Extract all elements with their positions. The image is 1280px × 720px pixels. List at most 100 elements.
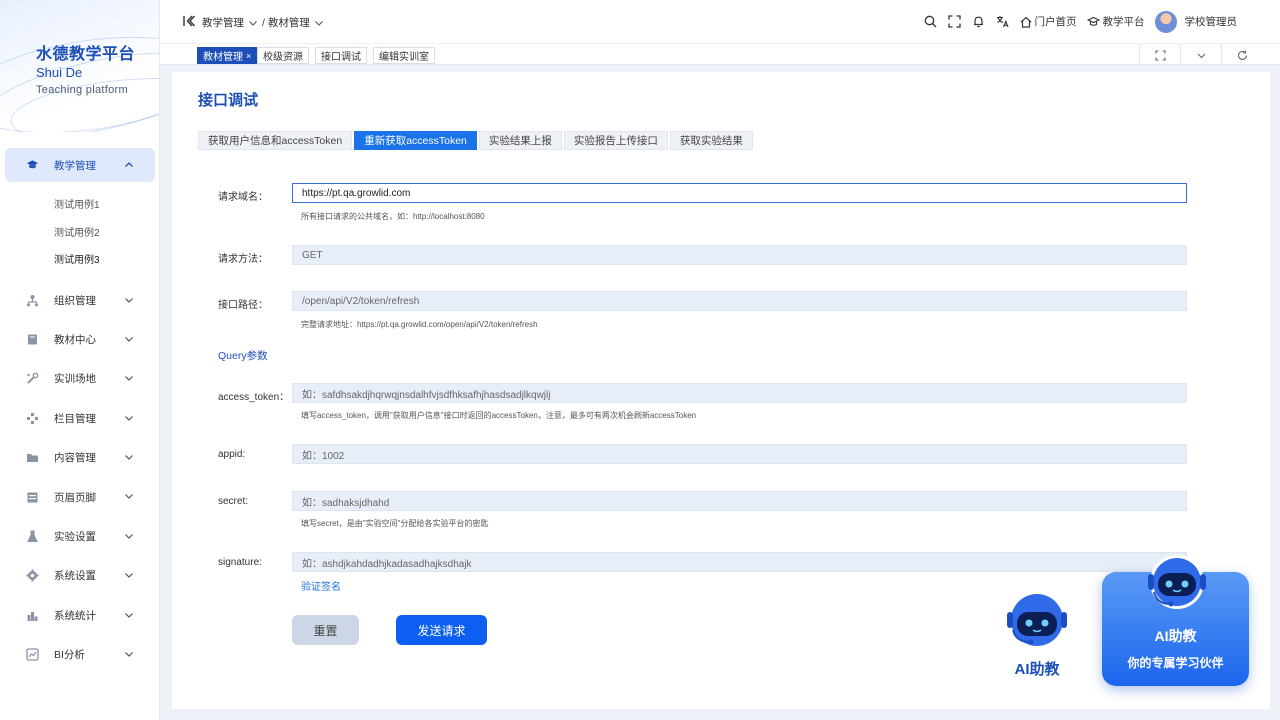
sidebar-item-label: 组织管理: [54, 294, 96, 307]
teaching-platform-link[interactable]: 教学平台: [1086, 14, 1145, 29]
sidebar-subitem-test1[interactable]: 测试用例1: [0, 190, 159, 218]
search-icon[interactable]: [924, 15, 938, 29]
method-label: 请求方法：: [218, 254, 268, 265]
chevron-down-icon: [125, 652, 133, 657]
tab-api-debug[interactable]: 接口调试: [315, 47, 367, 64]
graduation-cap-icon: [26, 159, 39, 172]
path-label: 接口路径：: [218, 300, 268, 311]
brand-title: 水德教学平台: [36, 46, 136, 63]
tab-report-result[interactable]: 实验结果上报: [478, 131, 562, 150]
tools-icon: [26, 372, 39, 385]
chart-icon: [26, 648, 39, 661]
sidebar-item-bi[interactable]: BI分析: [0, 635, 159, 674]
tab-fullscreen-button[interactable]: [1139, 44, 1180, 66]
secret-hint: 填写secret，是由"实验空间"分配给各实验平台的密匙: [301, 519, 489, 528]
signature-input[interactable]: 如：ashdjkahdadhjkadasadhajksdhajk: [292, 552, 1187, 572]
org-icon: [26, 294, 39, 307]
sidebar-subitem-test2[interactable]: 测试用例2: [0, 218, 159, 246]
book-icon: [26, 333, 39, 346]
tab-textbook-management[interactable]: 教材管理 ×: [197, 47, 258, 64]
folder-icon: [26, 451, 39, 464]
tab-label: 接口调试: [321, 52, 361, 63]
reset-button[interactable]: 重置: [292, 615, 359, 645]
sidebar-item-columns[interactable]: 栏目管理: [0, 399, 159, 438]
access-token-hint: 填写access_token，调用"获取用户信息"接口时返回的accessTok…: [301, 411, 697, 420]
bell-icon[interactable]: [972, 15, 986, 29]
path-hint: 完整请求地址：https://pt.qa.growlid.com/open/ap…: [301, 320, 538, 329]
breadcrumb-item[interactable]: / 教材管理: [262, 15, 310, 30]
tab-label: 编辑实训室: [379, 52, 429, 63]
sidebar-item-label: 内容管理: [54, 452, 96, 465]
chevron-up-icon: [125, 162, 133, 167]
collapse-sidebar-icon[interactable]: [182, 14, 196, 28]
layout-icon: [26, 491, 39, 504]
breadcrumb: 教学管理 / 教材管理: [202, 15, 324, 30]
access-token-label: access_token：: [218, 392, 290, 403]
sidebar-item-textbook[interactable]: 教材中心: [0, 320, 159, 359]
sidebar-nav: 教学管理 测试用例1 测试用例2 测试用例3 组织管理 教材中心 实训场地 栏目…: [0, 148, 159, 674]
sidebar-item-teaching[interactable]: 教学管理: [5, 148, 155, 182]
sidebar-item-training-site[interactable]: 实训场地: [0, 359, 159, 398]
chevron-down-icon: [125, 415, 133, 421]
appid-input[interactable]: 如：1002: [292, 444, 1187, 464]
sidebar-item-label: 教材中心: [54, 334, 96, 347]
brand-name-en: Shui De: [36, 65, 83, 80]
chevron-down-icon: [125, 297, 133, 303]
sidebar-item-label: 实训场地: [54, 373, 96, 386]
sidebar-item-system-stats[interactable]: 系统统计: [0, 596, 159, 635]
sidebar-item-org[interactable]: 组织管理: [0, 281, 159, 320]
send-request-button[interactable]: 发送请求: [396, 615, 487, 645]
access-token-input[interactable]: 如：safdhsakdjhqrwqjnsdalhfvjsdfhksafhjhas…: [292, 383, 1187, 403]
sidebar-item-experiment[interactable]: 实验设置: [0, 517, 159, 556]
secret-label: secret:: [218, 496, 249, 507]
appid-label: appid:: [218, 449, 246, 460]
sidebar: 水德教学平台 Shui De Teaching platform 教学管理 测试…: [0, 0, 160, 720]
brand-area: 水德教学平台 Shui De Teaching platform: [0, 0, 159, 132]
verify-signature-link[interactable]: 验证签名: [301, 578, 341, 593]
portal-home-link[interactable]: 门户首页: [1020, 14, 1077, 29]
tab-get-user-token[interactable]: 获取用户信息和accessToken: [198, 131, 353, 150]
avatar[interactable]: [1154, 10, 1177, 33]
ai-assistant-small[interactable]: AI助教: [998, 590, 1076, 682]
ai-small-label: AI助教: [1014, 661, 1060, 678]
sidebar-item-content[interactable]: 内容管理: [0, 438, 159, 477]
secret-input[interactable]: 如：sadhaksjdhahd: [292, 491, 1187, 511]
sidebar-item-system-settings[interactable]: 系统设置: [0, 556, 159, 595]
breadcrumb-item[interactable]: 教学管理: [202, 15, 244, 30]
sidebar-item-label: 教学管理: [54, 159, 96, 172]
signature-label: signature:: [218, 557, 262, 568]
page-tabs-bar: 教材管理 × 校级资源 接口调试 编辑实训室: [160, 43, 1280, 66]
tab-refresh-button[interactable]: [1221, 44, 1262, 66]
sidebar-item-label: BI分析: [54, 649, 85, 662]
tab-upload-report[interactable]: 实验报告上传接口: [563, 131, 668, 150]
home-icon: [1020, 16, 1031, 28]
sidebar-item-label: 栏目管理: [54, 412, 96, 425]
ai-card-title: AI助教: [1154, 628, 1197, 644]
chevron-down-icon: [125, 612, 133, 618]
top-header: 教学管理 / 教材管理 门户首页 教学平台 学校管理员: [160, 0, 1280, 43]
gear-icon: [26, 569, 39, 582]
sidebar-item-label: 实验设置: [54, 531, 96, 544]
translate-icon[interactable]: [996, 15, 1010, 29]
user-name[interactable]: 学校管理员: [1185, 14, 1238, 29]
chevron-down-icon: [125, 455, 133, 460]
domain-label: 请求域名：: [218, 192, 268, 203]
domain-input[interactable]: https://pt.qa.growlid.com: [292, 183, 1187, 203]
sidebar-item-header-footer[interactable]: 页眉页脚: [0, 477, 159, 516]
close-icon[interactable]: ×: [246, 51, 251, 61]
tab-get-result[interactable]: 获取实验结果: [669, 131, 753, 150]
chevron-down-icon: [125, 376, 133, 382]
stats-icon: [26, 609, 39, 622]
sidebar-item-label: 系统统计: [54, 609, 96, 622]
function-tabs: 获取用户信息和accessToken 重新获取accessToken 实验结果上…: [198, 131, 755, 150]
fullscreen-icon[interactable]: [948, 15, 962, 29]
method-field: GET: [292, 245, 1187, 265]
tab-school-resources[interactable]: 校级资源: [257, 47, 309, 64]
sidebar-subitem-test3[interactable]: 测试用例3: [0, 245, 159, 273]
tab-menu-button[interactable]: [1180, 44, 1221, 66]
tab-refresh-token[interactable]: 重新获取accessToken: [354, 131, 477, 150]
tab-label: 校级资源: [263, 52, 303, 63]
chevron-down-icon: [314, 20, 323, 26]
tab-edit-training-room[interactable]: 编辑实训室: [373, 47, 435, 64]
chevron-down-icon: [125, 573, 133, 579]
